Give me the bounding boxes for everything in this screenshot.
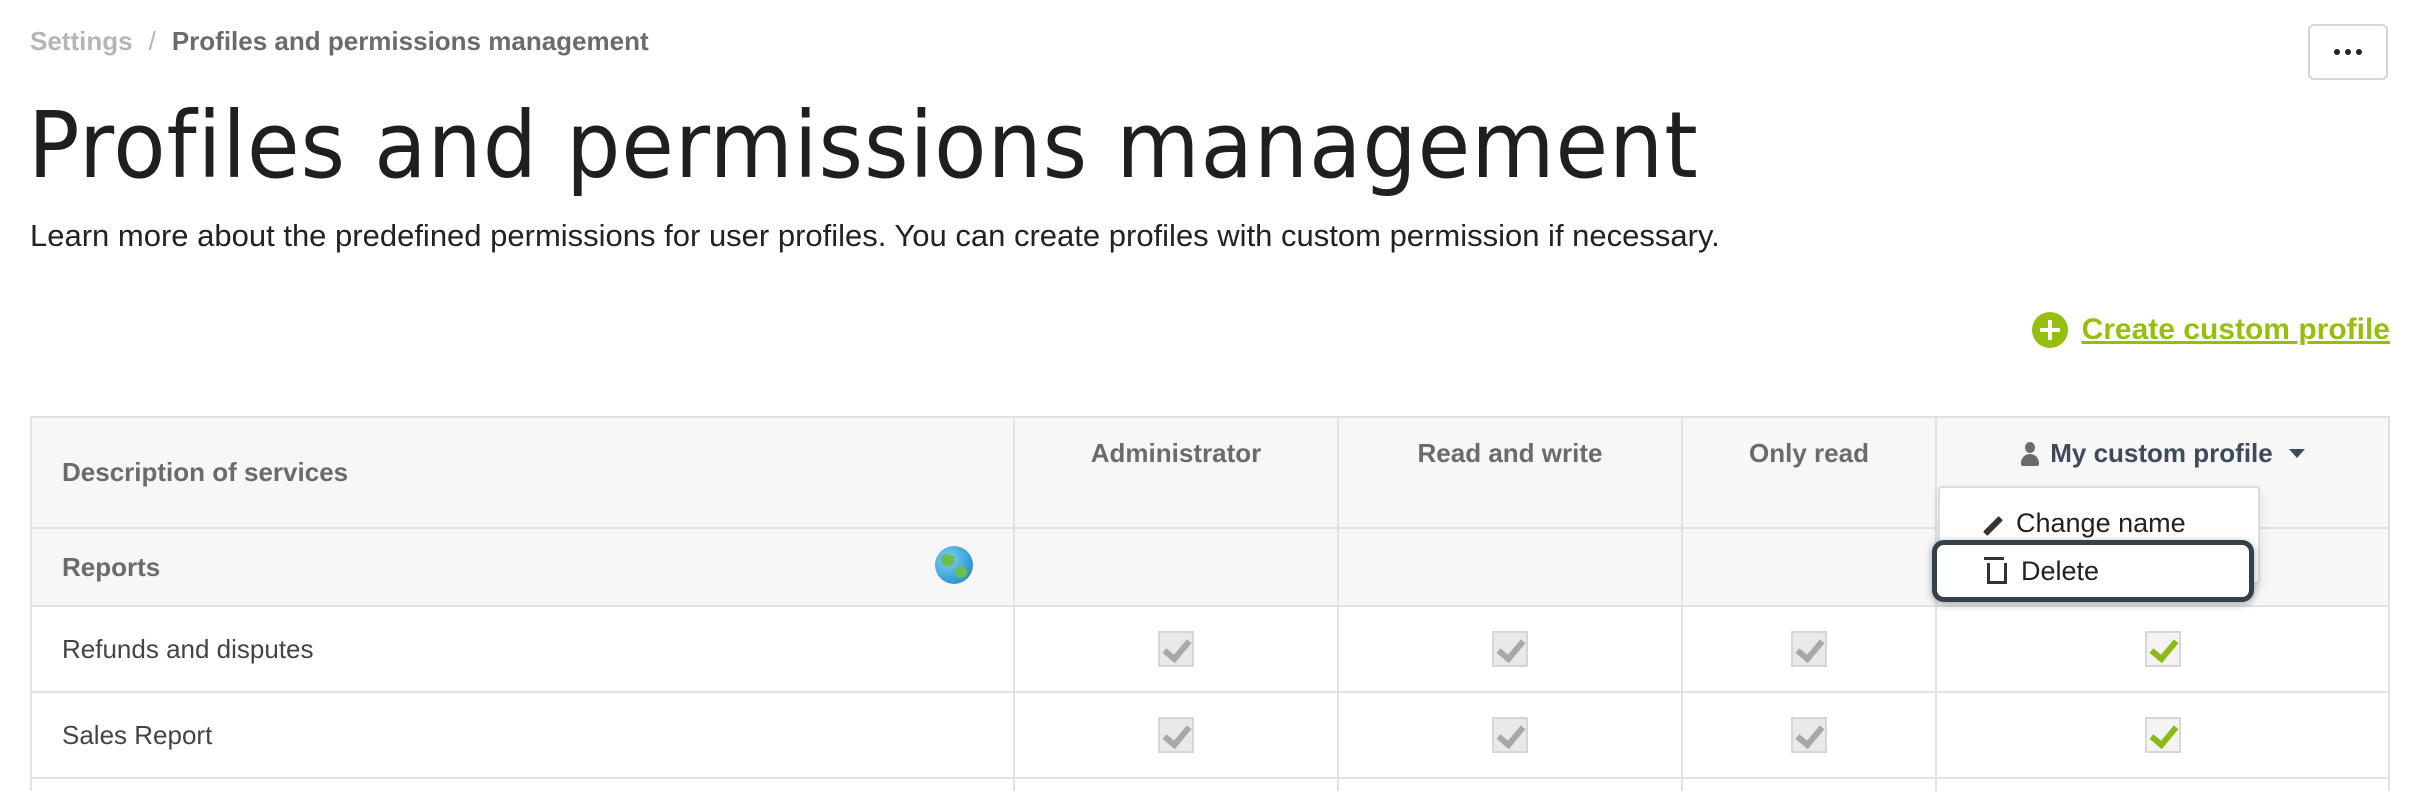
- section-label-cell: Reports: [30, 527, 1015, 607]
- table-cell: [1013, 777, 1339, 791]
- ellipsis-icon: [2334, 49, 2340, 55]
- breadcrumb-current: Profiles and permissions management: [171, 26, 649, 56]
- create-custom-profile-label: Create custom profile: [2081, 313, 2390, 346]
- globe-icon: [935, 546, 973, 584]
- custom-profile-dropdown-toggle[interactable]: My custom profile: [2020, 438, 2305, 469]
- user-icon: [2020, 441, 2040, 466]
- cell-only-read: [1681, 691, 1937, 779]
- breadcrumb: Settings / Profiles and permissions manage…: [30, 26, 649, 57]
- more-options-button[interactable]: [2308, 24, 2388, 80]
- breadcrumb-separator: /: [148, 26, 156, 56]
- checkbox-disabled-checked: [1791, 631, 1827, 667]
- plus-circle-icon: [2031, 312, 2068, 348]
- permissions-table: Description of services Administrator Re…: [30, 416, 2390, 791]
- header-description: Description of services: [30, 416, 1015, 529]
- table-cell: [30, 777, 1015, 791]
- cell-admin: [1013, 691, 1339, 779]
- menu-item-label: Change name: [2016, 508, 2186, 538]
- section-cell: [1013, 527, 1339, 607]
- header-read-and-write: Read and write: [1337, 416, 1683, 529]
- table-cell: [1681, 777, 1937, 791]
- checkbox-disabled-checked: [1158, 717, 1194, 753]
- section-label: Reports: [62, 551, 161, 582]
- checkbox-disabled-checked: [1492, 631, 1528, 667]
- custom-profile-dropdown-menu: Change name Delete: [1932, 486, 2260, 602]
- pencil-icon: [1983, 515, 2003, 536]
- table-row: Refunds and disputes: [30, 605, 2390, 693]
- cell-only-read: [1681, 605, 1937, 693]
- breadcrumb-settings-link[interactable]: Settings: [30, 26, 133, 56]
- trash-icon: [1984, 556, 2007, 584]
- row-label: Sales Report: [30, 691, 1015, 779]
- menu-item-delete[interactable]: Delete: [1932, 540, 2254, 602]
- caret-down-icon: [2288, 449, 2305, 458]
- checkbox-checked[interactable]: [2144, 717, 2181, 753]
- menu-item-change-name[interactable]: Change name: [1982, 508, 2186, 539]
- checkbox-disabled-checked: [1158, 631, 1194, 667]
- cell-admin: [1013, 605, 1339, 693]
- cell-read-write: [1337, 605, 1683, 693]
- cell-custom: [1935, 605, 2390, 693]
- ellipsis-dot: [2356, 49, 2362, 55]
- custom-profile-label: My custom profile: [2050, 438, 2273, 468]
- table-row-partial: [30, 777, 2390, 791]
- ellipsis-dot: [2345, 49, 2351, 55]
- page-subtitle: Learn more about the predefined permissi…: [30, 218, 1720, 253]
- cell-read-write: [1337, 691, 1683, 779]
- table-cell: [1935, 777, 2390, 791]
- menu-item-label: Delete: [2021, 555, 2100, 586]
- checkbox-disabled-checked: [1791, 717, 1827, 753]
- table-cell: [1337, 777, 1683, 791]
- checkbox-disabled-checked: [1492, 717, 1528, 753]
- table-row: Sales Report: [30, 691, 2390, 779]
- checkbox-checked[interactable]: [2144, 631, 2181, 667]
- section-cell: [1681, 527, 1937, 607]
- header-administrator: Administrator: [1013, 416, 1339, 529]
- section-cell: [1337, 527, 1683, 607]
- header-only-read: Only read: [1681, 416, 1937, 529]
- page-title: Profiles and permissions management: [28, 92, 1699, 199]
- row-label: Refunds and disputes: [30, 605, 1015, 693]
- cell-custom: [1935, 691, 2390, 779]
- create-custom-profile-link[interactable]: Create custom profile: [2031, 312, 2390, 348]
